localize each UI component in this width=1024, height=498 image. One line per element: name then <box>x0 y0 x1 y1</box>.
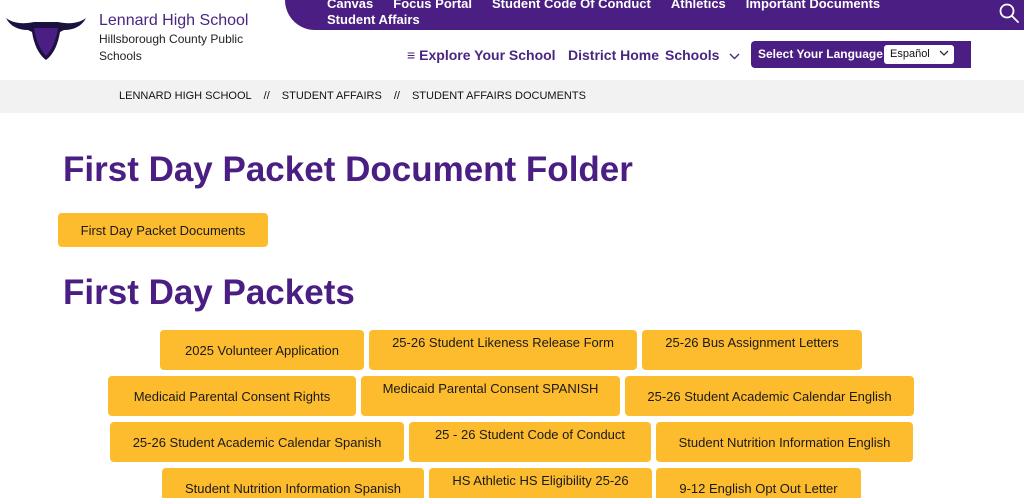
search-icon[interactable] <box>998 2 1020 24</box>
district-line-2: Schools <box>99 49 142 63</box>
language-selected-value: Español <box>890 48 930 60</box>
page-title: First Day Packet Document Folder <box>63 150 633 189</box>
breadcrumb-item-school[interactable]: LENNARD HIGH SCHOOL <box>119 90 252 102</box>
breadcrumb: LENNARD HIGH SCHOOL // STUDENT AFFAIRS // ST… <box>119 90 586 102</box>
district-name: Hillsborough County Public Schools <box>99 31 259 65</box>
packet-button[interactable]: 9-12 English Opt Out Letter <box>656 468 861 498</box>
breadcrumb-separator: // <box>393 90 400 102</box>
packet-button[interactable]: 25-26 Student Academic Calendar Spanish <box>110 422 404 462</box>
school-name[interactable]: Lennard High School <box>99 12 248 30</box>
packet-button[interactable]: Medicaid Parental Consent SPANISH <box>361 376 620 416</box>
packet-button[interactable]: 25 - 26 Student Code of Conduct <box>409 422 651 462</box>
packet-button[interactable]: 25-26 Student Likeness Release Form <box>369 330 637 370</box>
breadcrumb-bar: LENNARD HIGH SCHOOL // STUDENT AFFAIRS // ST… <box>0 80 1024 113</box>
language-label: Select Your Language <box>758 47 883 61</box>
top-links: Canvas Focus Portal Student Code Of Conduc… <box>327 0 967 28</box>
explore-label: Explore Your School <box>419 47 556 63</box>
hamburger-icon: ≡ <box>407 47 416 63</box>
top-link-canvas[interactable]: Canvas <box>327 0 373 12</box>
language-selector: Select Your Language Español <box>751 41 971 68</box>
packet-button[interactable]: 2025 Volunteer Application <box>160 330 364 370</box>
district-line-1: Hillsborough County Public <box>99 32 244 46</box>
schools-dropdown[interactable]: Schools <box>665 47 740 63</box>
breadcrumb-item-current: STUDENT AFFAIRS DOCUMENTS <box>411 90 586 102</box>
breadcrumb-item-student-affairs[interactable]: STUDENT AFFAIRS <box>282 90 382 102</box>
packet-button[interactable]: 25-26 Bus Assignment Letters <box>642 330 862 370</box>
top-link-code-of-conduct[interactable]: Student Code Of Conduct <box>492 0 651 12</box>
section-title-first-day-packets: First Day Packets <box>63 273 355 312</box>
packet-button[interactable]: HS Athletic HS Eligibility 25-26 <box>429 468 652 498</box>
first-day-packet-documents-button[interactable]: First Day Packet Documents <box>58 213 268 247</box>
district-home-link[interactable]: District Home <box>568 47 659 63</box>
chevron-down-icon <box>729 53 740 60</box>
top-link-student-affairs[interactable]: Student Affairs <box>327 12 420 28</box>
packet-button[interactable]: 25-26 Student Academic Calendar English <box>625 376 914 416</box>
breadcrumb-separator: // <box>263 90 270 102</box>
schools-label: Schools <box>665 47 720 63</box>
packet-button[interactable]: Medicaid Parental Consent Rights <box>108 376 356 416</box>
top-link-athletics[interactable]: Athletics <box>671 0 726 12</box>
top-link-important-documents[interactable]: Important Documents <box>746 0 880 12</box>
packet-button[interactable]: Student Nutrition Information English <box>656 422 913 462</box>
explore-your-school-link[interactable]: ≡ Explore Your School <box>407 47 556 63</box>
packet-button[interactable]: Student Nutrition Information Spanish <box>162 468 424 498</box>
longhorn-logo-icon[interactable] <box>4 10 88 62</box>
chevron-down-icon <box>939 50 949 56</box>
top-link-focus-portal[interactable]: Focus Portal <box>393 0 472 12</box>
page: Lennard High School Hillsborough County … <box>0 0 1024 498</box>
language-select[interactable]: Español <box>884 45 954 64</box>
